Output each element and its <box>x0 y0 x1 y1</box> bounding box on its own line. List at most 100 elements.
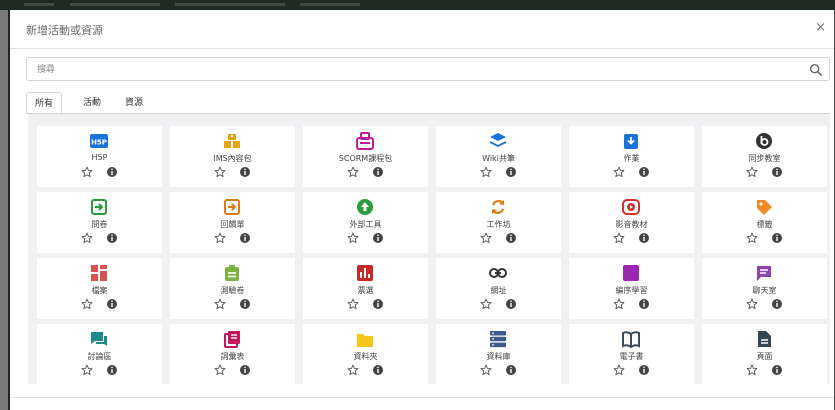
star-icon[interactable] <box>480 298 492 310</box>
star-icon[interactable] <box>347 166 359 178</box>
svg-text:H5P: H5P <box>91 139 107 147</box>
activity-label: 票選 <box>357 286 374 295</box>
star-icon[interactable] <box>81 298 93 310</box>
activity-card[interactable]: 同步教室 <box>702 126 827 187</box>
url-icon <box>489 268 507 278</box>
star-icon[interactable] <box>347 298 359 310</box>
activity-card[interactable]: 編序學習 <box>569 258 694 319</box>
top-bar-fragment <box>70 3 160 6</box>
star-icon[interactable] <box>480 166 492 178</box>
star-icon[interactable] <box>81 364 93 376</box>
info-icon[interactable] <box>771 364 783 376</box>
info-icon[interactable] <box>239 364 251 376</box>
activity-card[interactable]: 資料庫 <box>436 324 561 385</box>
star-icon[interactable] <box>81 232 93 244</box>
info-icon[interactable] <box>106 166 118 178</box>
info-icon[interactable] <box>638 364 650 376</box>
close-button[interactable]: × <box>815 20 826 35</box>
info-icon[interactable] <box>771 298 783 310</box>
info-icon[interactable] <box>372 166 384 178</box>
activity-card[interactable]: 檔案 <box>37 258 162 319</box>
activity-card[interactable]: 聊天室 <box>702 258 827 319</box>
page-icon <box>758 331 771 347</box>
star-icon[interactable] <box>480 364 492 376</box>
info-icon[interactable] <box>106 232 118 244</box>
activity-card[interactable]: 討論區 <box>37 324 162 385</box>
activity-card[interactable]: 作業 <box>569 126 694 187</box>
info-icon[interactable] <box>505 232 517 244</box>
activity-card[interactable]: 票選 <box>303 258 428 319</box>
activity-card[interactable]: H5P H5P <box>37 126 162 187</box>
star-icon[interactable] <box>214 166 226 178</box>
search-input[interactable] <box>27 58 799 82</box>
lesson-icon <box>623 265 639 281</box>
chat-icon <box>757 266 771 281</box>
info-icon[interactable] <box>106 364 118 376</box>
info-icon[interactable] <box>771 232 783 244</box>
star-icon[interactable] <box>81 166 93 178</box>
star-icon[interactable] <box>613 298 625 310</box>
star-icon[interactable] <box>746 364 758 376</box>
info-icon[interactable] <box>239 166 251 178</box>
activity-card[interactable]: SCORM課程包 <box>303 126 428 187</box>
info-icon[interactable] <box>239 232 251 244</box>
activity-card[interactable]: 詞彙表 <box>170 324 295 385</box>
activity-card[interactable]: 工作坊 <box>436 192 561 253</box>
info-icon[interactable] <box>372 364 384 376</box>
video-icon <box>622 199 640 215</box>
tab-activities[interactable]: 活動 <box>76 92 108 114</box>
info-icon[interactable] <box>505 298 517 310</box>
activity-card[interactable]: 回饋單 <box>170 192 295 253</box>
star-icon[interactable] <box>613 364 625 376</box>
activity-label: 電子書 <box>619 352 644 361</box>
star-icon[interactable] <box>746 166 758 178</box>
activity-card[interactable]: 頁面 <box>702 324 827 385</box>
activity-card[interactable]: 外部工具 <box>303 192 428 253</box>
tab-all[interactable]: 所有 <box>26 92 62 114</box>
workshop-icon <box>491 200 505 214</box>
choice-icon <box>357 265 373 281</box>
top-window-bar <box>0 0 835 10</box>
activity-card[interactable]: 網址 <box>436 258 561 319</box>
activity-card[interactable]: Wiki共筆 <box>436 126 561 187</box>
activity-label: 外部工具 <box>349 220 382 229</box>
info-icon[interactable] <box>505 166 517 178</box>
activity-card[interactable]: IMS內容包 <box>170 126 295 187</box>
info-icon[interactable] <box>771 166 783 178</box>
star-icon[interactable] <box>347 232 359 244</box>
activity-label: 工作坊 <box>486 220 511 229</box>
activity-card[interactable]: 測驗卷 <box>170 258 295 319</box>
activity-label: IMS內容包 <box>213 154 252 163</box>
activity-card[interactable]: 標籤 <box>702 192 827 253</box>
modal-title: 新增活動或資源 <box>26 24 103 37</box>
info-icon[interactable] <box>239 298 251 310</box>
star-icon[interactable] <box>214 232 226 244</box>
star-icon[interactable] <box>214 298 226 310</box>
questionnaire-icon <box>91 199 107 215</box>
star-icon[interactable] <box>746 298 758 310</box>
file-icon <box>91 265 107 281</box>
activity-label: 詞彙表 <box>220 352 245 361</box>
tab-resources[interactable]: 資源 <box>118 92 150 114</box>
info-icon[interactable] <box>638 166 650 178</box>
info-icon[interactable] <box>638 232 650 244</box>
star-icon[interactable] <box>613 232 625 244</box>
info-icon[interactable] <box>372 298 384 310</box>
star-icon[interactable] <box>746 232 758 244</box>
add-activity-modal: 新增活動或資源 × 所有 活動 資源 H5P H5P IMS內容包 SCORM課程包 W… <box>8 10 834 410</box>
star-icon[interactable] <box>347 364 359 376</box>
activity-card[interactable]: 問卷 <box>37 192 162 253</box>
star-icon[interactable] <box>214 364 226 376</box>
activity-card[interactable]: 電子書 <box>569 324 694 385</box>
activity-card[interactable]: 影音教材 <box>569 192 694 253</box>
activity-label: 標籤 <box>756 220 773 229</box>
info-icon[interactable] <box>505 364 517 376</box>
star-icon[interactable] <box>613 166 625 178</box>
search-icon[interactable] <box>809 63 823 77</box>
activity-label: 同步教室 <box>748 154 781 163</box>
info-icon[interactable] <box>638 298 650 310</box>
star-icon[interactable] <box>480 232 492 244</box>
activity-card[interactable]: 資料夾 <box>303 324 428 385</box>
info-icon[interactable] <box>106 298 118 310</box>
info-icon[interactable] <box>372 232 384 244</box>
